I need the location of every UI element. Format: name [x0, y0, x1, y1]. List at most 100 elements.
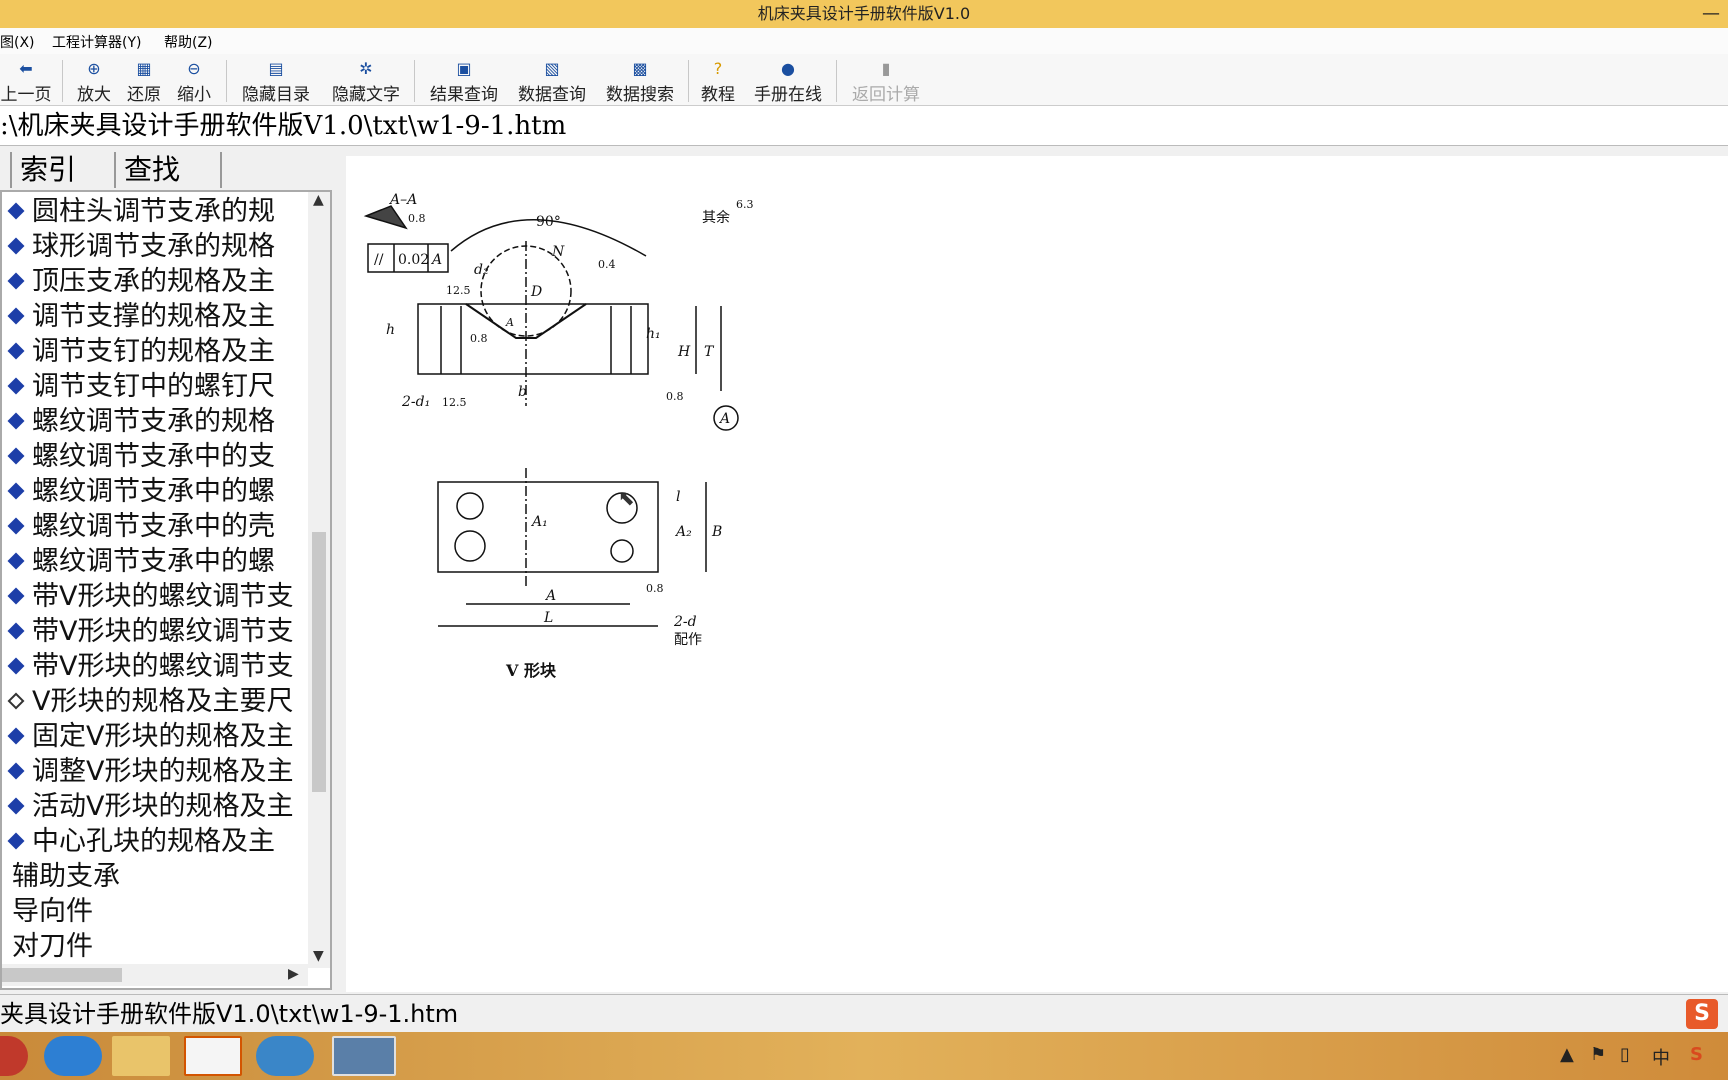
- bolt-circle: [454, 530, 486, 562]
- tree-item[interactable]: 调节支撑的规格及主: [2, 300, 275, 334]
- zoom-in-label: 放大: [77, 85, 111, 105]
- vertical-scrollbar[interactable]: ▲ ▼: [308, 192, 330, 968]
- tree-item[interactable]: 圆柱头调节支承的规: [2, 195, 275, 229]
- page-icon: [7, 377, 25, 395]
- scroll-right-icon[interactable]: ▶: [288, 966, 299, 982]
- dim-A1: A₁: [530, 514, 548, 530]
- tray-up-icon[interactable]: ▲: [1560, 1044, 1574, 1065]
- data-query-label: 数据查询: [518, 85, 586, 105]
- prev-page-button[interactable]: ⬅ 上一页: [0, 58, 52, 105]
- battery-icon[interactable]: ▯: [1620, 1044, 1630, 1065]
- dim-A: A: [544, 588, 556, 604]
- hide-text-button[interactable]: ✲ 隐藏文字: [326, 58, 406, 105]
- ime-sogou-icon[interactable]: S: [1686, 999, 1718, 1029]
- tree-item[interactable]: 中心孔块的规格及主: [2, 825, 275, 859]
- tree-item[interactable]: 活动V形块的规格及主: [2, 790, 293, 824]
- tree-item[interactable]: 带V形块的螺纹调节支: [2, 580, 293, 614]
- tab-search[interactable]: 查找: [118, 152, 222, 188]
- tree-item[interactable]: 调整V形块的规格及主: [2, 755, 293, 789]
- tree-item-label: 活动V形块的规格及主: [32, 791, 294, 822]
- toolbar-separator: [836, 60, 837, 102]
- ime-lang-indicator[interactable]: 中: [1652, 1044, 1670, 1070]
- roughness-0-8-b: 0.8: [408, 212, 426, 225]
- page-icon: [7, 587, 25, 605]
- tab-bar: 索引 查找: [0, 150, 330, 188]
- tree-item-label: 螺纹调节支承中的螺: [32, 546, 275, 577]
- peizuo-label: 配作: [674, 632, 702, 648]
- menu-view[interactable]: 图(X): [0, 32, 35, 52]
- dim-2d1: 2-d₁: [401, 394, 430, 410]
- scroll-down-icon[interactable]: ▼: [313, 948, 324, 964]
- tree-group-label: 导向件: [12, 896, 93, 927]
- globe-icon: ●: [781, 59, 795, 78]
- ie-icon[interactable]: [44, 1036, 102, 1076]
- tree-item-label: 螺纹调节支承中的壳: [32, 511, 275, 542]
- flag-icon[interactable]: ⚑: [1590, 1044, 1606, 1065]
- scrollbar-thumb[interactable]: [2, 968, 122, 982]
- return-calc-button[interactable]: ▮ 返回计算: [846, 58, 926, 105]
- books-app-icon[interactable]: [332, 1036, 396, 1076]
- tree-item[interactable]: 带V形块的螺纹调节支: [2, 615, 293, 649]
- scrollbar-thumb[interactable]: [312, 532, 326, 792]
- page-icon: [7, 412, 25, 430]
- page-icon: [7, 482, 25, 500]
- app-icon[interactable]: [256, 1036, 314, 1076]
- result-query-button[interactable]: ▣ 结果查询: [424, 58, 504, 105]
- menu-calculator[interactable]: 工程计算器(Y): [52, 32, 141, 52]
- zoom-out-button[interactable]: ⊖ 缩小: [172, 58, 216, 105]
- data-search-button[interactable]: ▩ 数据搜索: [600, 58, 680, 105]
- manual-online-button[interactable]: ● 手册在线: [748, 58, 828, 105]
- tree-item-label: 圆柱头调节支承的规: [32, 196, 275, 227]
- dim-T: T: [704, 344, 715, 360]
- tree-item[interactable]: 固定V形块的规格及主: [2, 720, 293, 754]
- tree-group[interactable]: 辅助支承: [2, 860, 120, 894]
- tree-item[interactable]: 调节支钉的规格及主: [2, 335, 275, 369]
- tutorial-label: 教程: [701, 85, 735, 105]
- tree-item-label: 螺纹调节支承中的螺: [32, 476, 275, 507]
- zoom-in-button[interactable]: ⊕ 放大: [72, 58, 116, 105]
- minimize-button[interactable]: —: [1702, 0, 1720, 28]
- tolerance-value: 0.02: [398, 252, 429, 268]
- page-icon: [7, 272, 25, 290]
- tree-item[interactable]: 球形调节支承的规格: [2, 230, 275, 264]
- tree-group[interactable]: 导向件: [2, 895, 93, 929]
- tree-item[interactable]: 螺纹调节支承中的支: [2, 440, 275, 474]
- dim-l: l: [676, 489, 680, 505]
- tree-item-selected[interactable]: V形块的规格及主要尺: [2, 685, 293, 719]
- roughness-0-8-c: 0.8: [646, 582, 664, 595]
- chrome-icon[interactable]: [0, 1036, 28, 1076]
- dim-b: b: [518, 384, 527, 400]
- restore-button[interactable]: ▦ 还原: [122, 58, 166, 105]
- toolbar-separator: [414, 60, 415, 102]
- tree-item[interactable]: 螺纹调节支承中的螺: [2, 475, 275, 509]
- file-path: :\机床夹具设计手册软件版V1.0\txt\w1-9-1.htm: [0, 111, 567, 141]
- tree-item-label: 球形调节支承的规格: [32, 231, 275, 262]
- horizontal-scrollbar[interactable]: ▶: [2, 964, 308, 986]
- hide-text-icon: ✲: [359, 59, 373, 78]
- tree-group[interactable]: 对刀件: [2, 930, 93, 964]
- folder-icon[interactable]: [112, 1036, 170, 1076]
- bolt-circle: [456, 492, 484, 520]
- data-search-icon: ▩: [632, 59, 648, 78]
- hide-toc-button[interactable]: ▤ 隐藏目录: [236, 58, 316, 105]
- tree-item[interactable]: 螺纹调节支承中的壳: [2, 510, 275, 544]
- data-query-button[interactable]: ▧ 数据查询: [512, 58, 592, 105]
- tree-item[interactable]: 螺纹调节支承中的螺: [2, 545, 275, 579]
- camera-icon[interactable]: [184, 1036, 242, 1076]
- tree-item[interactable]: 调节支钉中的螺钉尺: [2, 370, 275, 404]
- prev-page-label: 上一页: [0, 85, 52, 105]
- scroll-up-icon[interactable]: ▲: [313, 192, 324, 208]
- dim-D: D: [530, 284, 542, 300]
- menu-help[interactable]: 帮助(Z): [164, 32, 213, 52]
- page-icon: [7, 832, 25, 850]
- tree-item[interactable]: 螺纹调节支承的规格: [2, 405, 275, 439]
- tree-item[interactable]: 顶压支承的规格及主: [2, 265, 275, 299]
- tree-item-label: 调节支撑的规格及主: [32, 301, 275, 332]
- tab-index[interactable]: 索引: [14, 152, 116, 188]
- tutorial-button[interactable]: ? 教程: [698, 58, 738, 105]
- sogou-tray-icon[interactable]: S: [1690, 1044, 1703, 1065]
- dim-N: N: [551, 244, 565, 260]
- tree-item[interactable]: 带V形块的螺纹调节支: [2, 650, 293, 684]
- return-calc-icon: ▮: [881, 59, 891, 78]
- toc-tree: 圆柱头调节支承的规 球形调节支承的规格 顶压支承的规格及主 调节支撑的规格及主 …: [0, 190, 332, 990]
